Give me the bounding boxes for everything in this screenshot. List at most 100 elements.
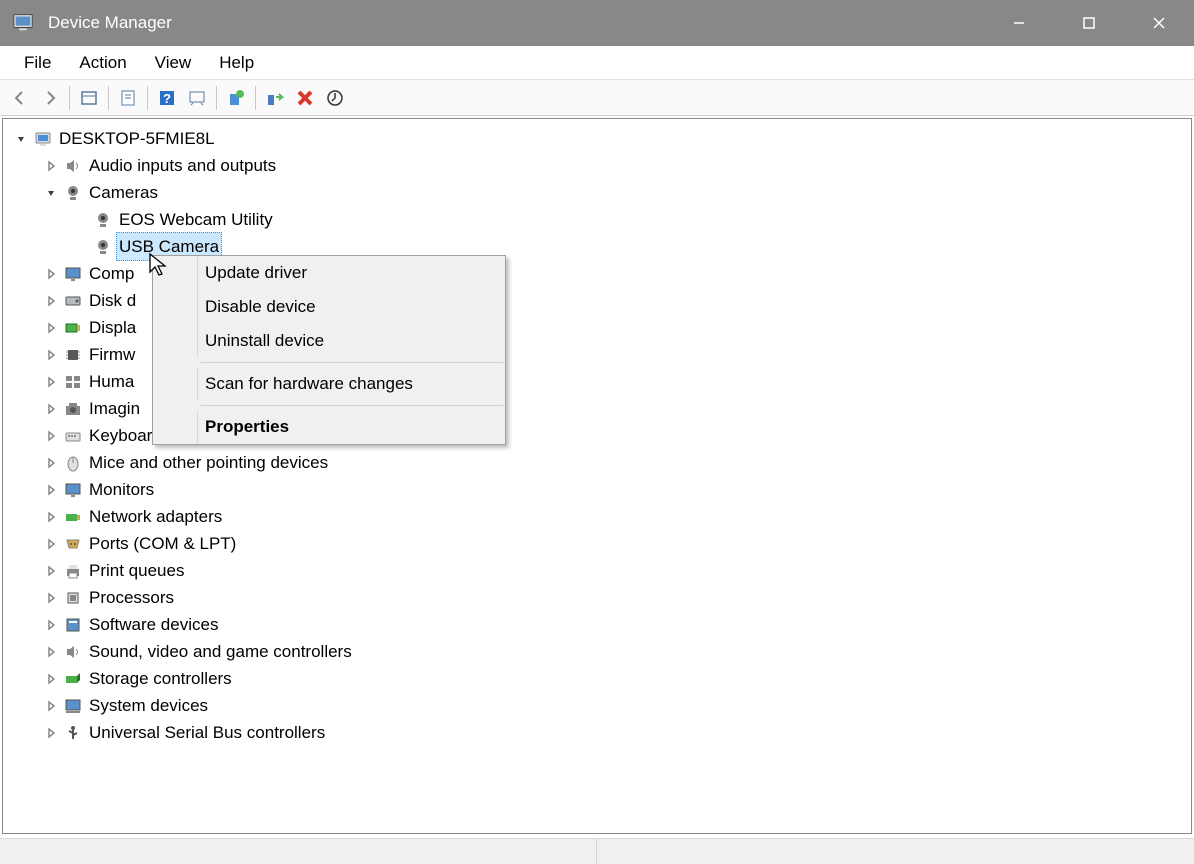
enable-button[interactable] bbox=[261, 84, 289, 112]
speaker-icon bbox=[63, 156, 83, 176]
window-controls bbox=[984, 0, 1194, 46]
menu-action[interactable]: Action bbox=[65, 49, 140, 77]
chip-icon bbox=[63, 345, 83, 365]
expand-icon[interactable] bbox=[43, 320, 59, 336]
menu-file[interactable]: File bbox=[10, 49, 65, 77]
separator bbox=[69, 86, 70, 110]
uninstall-button[interactable] bbox=[291, 84, 319, 112]
usb-icon bbox=[63, 723, 83, 743]
tree-label: Print queues bbox=[89, 557, 184, 584]
expand-icon[interactable] bbox=[43, 455, 59, 471]
expand-icon[interactable] bbox=[43, 509, 59, 525]
ctx-label: Disable device bbox=[205, 297, 316, 317]
storage-icon bbox=[63, 669, 83, 689]
camera-icon bbox=[63, 183, 83, 203]
tree-label: Imagin bbox=[89, 395, 140, 422]
tree-label: Storage controllers bbox=[89, 665, 232, 692]
tree-label: Cameras bbox=[89, 179, 158, 206]
collapse-icon[interactable] bbox=[43, 185, 59, 201]
expand-icon[interactable] bbox=[43, 644, 59, 660]
menu-view[interactable]: View bbox=[141, 49, 206, 77]
separator bbox=[255, 86, 256, 110]
show-hidden-button[interactable] bbox=[75, 84, 103, 112]
device-tree-panel: DESKTOP-5FMIE8L Audio inputs and outputs… bbox=[2, 118, 1192, 834]
expand-icon[interactable] bbox=[43, 374, 59, 390]
tree-item-print[interactable]: Print queues bbox=[7, 557, 1187, 584]
expand-icon[interactable] bbox=[43, 482, 59, 498]
forward-button[interactable] bbox=[36, 84, 64, 112]
ctx-label: Update driver bbox=[205, 263, 307, 283]
close-button[interactable] bbox=[1124, 0, 1194, 46]
tree-item-cameras[interactable]: Cameras bbox=[7, 179, 1187, 206]
imaging-icon bbox=[63, 399, 83, 419]
expand-icon[interactable] bbox=[43, 293, 59, 309]
properties-button[interactable] bbox=[114, 84, 142, 112]
app-icon bbox=[12, 11, 36, 35]
expand-icon[interactable] bbox=[43, 266, 59, 282]
menu-bar: File Action View Help bbox=[0, 46, 1194, 80]
ctx-properties[interactable]: Properties bbox=[153, 410, 505, 444]
computer-icon bbox=[33, 129, 53, 149]
tree-item-software[interactable]: Software devices bbox=[7, 611, 1187, 638]
tree-label: System devices bbox=[89, 692, 208, 719]
expand-icon[interactable] bbox=[43, 563, 59, 579]
mouse-icon bbox=[63, 453, 83, 473]
back-button[interactable] bbox=[6, 84, 34, 112]
display-adapter-icon bbox=[63, 318, 83, 338]
expand-icon[interactable] bbox=[43, 347, 59, 363]
expand-icon[interactable] bbox=[43, 590, 59, 606]
tree-item-eos-webcam[interactable]: EOS Webcam Utility bbox=[7, 206, 1187, 233]
monitor-icon bbox=[63, 480, 83, 500]
status-cell bbox=[0, 839, 597, 864]
root-node[interactable]: DESKTOP-5FMIE8L bbox=[7, 125, 1187, 152]
svg-text:?: ? bbox=[163, 91, 171, 106]
expand-icon[interactable] bbox=[43, 617, 59, 633]
update-driver-button[interactable] bbox=[222, 84, 250, 112]
separator bbox=[201, 405, 503, 406]
tree-label: Sound, video and game controllers bbox=[89, 638, 352, 665]
monitor-icon bbox=[63, 264, 83, 284]
expand-icon[interactable] bbox=[43, 428, 59, 444]
expand-icon[interactable] bbox=[43, 698, 59, 714]
minimize-button[interactable] bbox=[984, 0, 1054, 46]
expand-icon[interactable] bbox=[43, 158, 59, 174]
menu-help[interactable]: Help bbox=[205, 49, 268, 77]
scan-button[interactable] bbox=[183, 84, 211, 112]
tree-item-system[interactable]: System devices bbox=[7, 692, 1187, 719]
system-icon bbox=[63, 696, 83, 716]
cpu-icon bbox=[63, 588, 83, 608]
maximize-button[interactable] bbox=[1054, 0, 1124, 46]
tree-item-mice[interactable]: Mice and other pointing devices bbox=[7, 449, 1187, 476]
tree-label: Comp bbox=[89, 260, 134, 287]
tree-item-network[interactable]: Network adapters bbox=[7, 503, 1187, 530]
tree-label: Ports (COM & LPT) bbox=[89, 530, 236, 557]
ctx-uninstall-device[interactable]: Uninstall device bbox=[153, 324, 505, 358]
tree-item-processors[interactable]: Processors bbox=[7, 584, 1187, 611]
ctx-update-driver[interactable]: Update driver bbox=[153, 256, 505, 290]
expand-icon[interactable] bbox=[43, 401, 59, 417]
separator bbox=[216, 86, 217, 110]
ctx-disable-device[interactable]: Disable device bbox=[153, 290, 505, 324]
tree-label: EOS Webcam Utility bbox=[119, 206, 273, 233]
tree-item-ports[interactable]: Ports (COM & LPT) bbox=[7, 530, 1187, 557]
expand-icon[interactable] bbox=[43, 536, 59, 552]
tree-item-sound[interactable]: Sound, video and game controllers bbox=[7, 638, 1187, 665]
root-label: DESKTOP-5FMIE8L bbox=[59, 125, 215, 152]
expand-icon[interactable] bbox=[43, 725, 59, 741]
collapse-icon[interactable] bbox=[13, 131, 29, 147]
title-bar: Device Manager bbox=[0, 0, 1194, 46]
ctx-label: Scan for hardware changes bbox=[205, 374, 413, 394]
expand-icon[interactable] bbox=[43, 671, 59, 687]
tree-item-usb[interactable]: Universal Serial Bus controllers bbox=[7, 719, 1187, 746]
help-button[interactable]: ? bbox=[153, 84, 181, 112]
status-bar bbox=[0, 838, 1194, 864]
tree-item-monitors[interactable]: Monitors bbox=[7, 476, 1187, 503]
disable-button[interactable] bbox=[321, 84, 349, 112]
window-title: Device Manager bbox=[48, 13, 984, 33]
tree-item-audio[interactable]: Audio inputs and outputs bbox=[7, 152, 1187, 179]
tree-label: Firmw bbox=[89, 341, 135, 368]
ctx-scan-hardware[interactable]: Scan for hardware changes bbox=[153, 367, 505, 401]
disk-icon bbox=[63, 291, 83, 311]
tree-item-storage[interactable]: Storage controllers bbox=[7, 665, 1187, 692]
network-icon bbox=[63, 507, 83, 527]
